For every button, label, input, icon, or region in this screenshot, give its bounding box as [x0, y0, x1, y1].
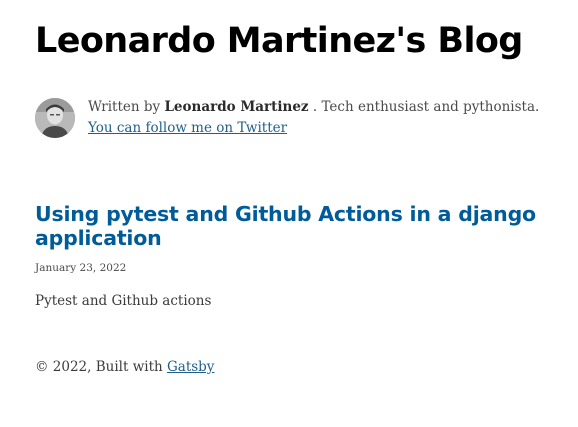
bio-prefix: Written by [88, 99, 165, 115]
avatar-photo-icon [35, 98, 75, 138]
post-item: Using pytest and Github Actions in a dja… [35, 202, 543, 311]
bio-description: . Tech enthusiast and pythonista. [308, 99, 540, 115]
footer-text: © 2022, Built with [35, 359, 167, 375]
author-bio: Written by Leonardo Martinez . Tech enth… [35, 98, 543, 139]
bio-author-name: Leonardo Martinez [164, 99, 309, 115]
post-list: Using pytest and Github Actions in a dja… [35, 202, 543, 311]
twitter-link[interactable]: You can follow me on Twitter [88, 120, 287, 136]
gatsby-link[interactable]: Gatsby [167, 359, 214, 375]
site-title[interactable]: Leonardo Martinez's Blog [35, 0, 543, 64]
post-title-link[interactable]: Using pytest and Github Actions in a dja… [35, 202, 536, 250]
blog-page: Leonardo Martinez's Blog Written by Leon… [0, 0, 578, 427]
site-footer: © 2022, Built with Gatsby [35, 357, 543, 377]
post-date: January 23, 2022 [35, 262, 127, 274]
site-header: Leonardo Martinez's Blog [35, 0, 543, 64]
author-avatar [35, 98, 75, 138]
post-title: Using pytest and Github Actions in a dja… [35, 202, 543, 250]
bio-text: Written by Leonardo Martinez . Tech enth… [88, 97, 543, 139]
post-excerpt: Pytest and Github actions [35, 293, 212, 309]
